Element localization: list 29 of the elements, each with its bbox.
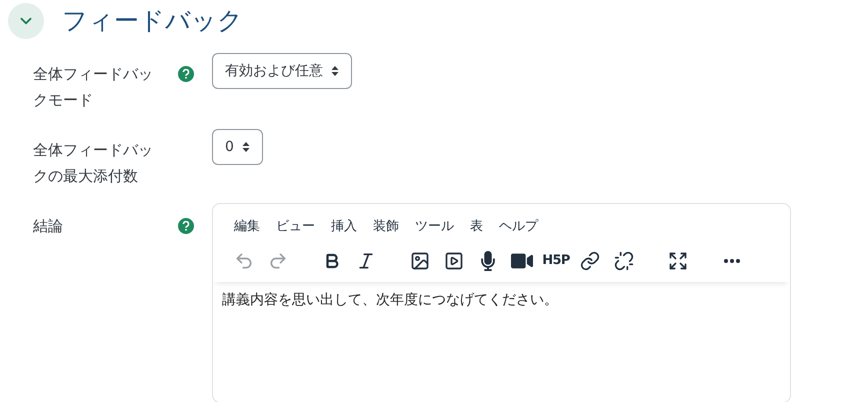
select-field[interactable]: 有効および任意 — [212, 53, 352, 89]
sort-caret-icon — [331, 65, 339, 77]
field-label: 結論 — [33, 217, 63, 235]
editor-text: 講義内容を思い出して、次年度につなげてください。 — [222, 291, 559, 310]
menu-item[interactable]: 挿入 — [323, 215, 365, 239]
collapse-toggle[interactable] — [8, 3, 44, 39]
sort-caret-icon — [242, 141, 250, 153]
unlink-icon — [614, 251, 634, 271]
link-icon — [580, 251, 600, 271]
help-icon[interactable] — [178, 66, 194, 82]
menu-item[interactable]: ビュー — [268, 215, 323, 239]
section-title: フィードバック — [62, 5, 243, 37]
menu-item[interactable]: ヘルプ — [491, 215, 546, 239]
field-label: 全体フィードバックの最大添付数 — [33, 141, 153, 185]
menu-item[interactable]: 表 — [462, 215, 491, 239]
fullscreen-icon — [668, 251, 688, 271]
menu-item[interactable]: ツール — [407, 215, 462, 239]
menu-item[interactable]: 装飾 — [365, 215, 407, 239]
more-icon — [724, 259, 740, 263]
help-icon[interactable] — [178, 218, 194, 234]
play-icon — [444, 251, 464, 271]
field-label: 全体フィードバックモード — [33, 65, 153, 109]
microphone-icon — [478, 251, 498, 271]
undo-icon — [234, 251, 254, 271]
redo-icon — [268, 251, 288, 271]
select-field[interactable]: 0 — [212, 129, 263, 165]
menu-item[interactable]: 編集 — [226, 215, 268, 239]
image-icon — [410, 251, 430, 271]
h5p-button[interactable]: H5P — [539, 246, 573, 276]
